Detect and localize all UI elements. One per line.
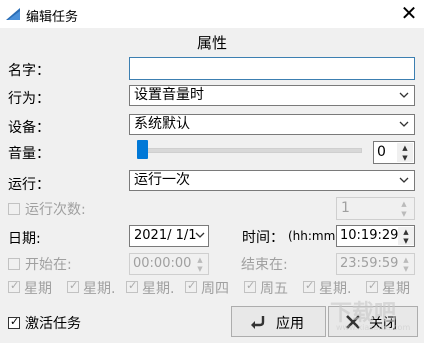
date-picker[interactable]: 2021/ 1/1: [129, 225, 209, 247]
app-icon: [6, 8, 20, 20]
date-label: 日期:: [8, 231, 41, 247]
weekday-checkbox-1[interactable]: ✓: [8, 279, 20, 293]
weekday-checkbox-7[interactable]: ✓: [366, 279, 378, 293]
start-label: 开始在:: [25, 257, 72, 273]
chevron-down-icon: [195, 232, 205, 238]
check-icon: ✓: [128, 279, 138, 292]
end-label: 结束在:: [241, 257, 288, 273]
check-icon: ✓: [69, 279, 79, 292]
weekday-label-3: 星期.: [142, 281, 175, 297]
spin-icon[interactable]: ▲ ▼: [397, 143, 413, 162]
check-icon: ✓: [10, 279, 20, 292]
date-value: 2021/ 1/1: [134, 228, 197, 243]
weekday-checkbox-5[interactable]: ✓: [244, 279, 256, 293]
chevron-down-icon: [399, 121, 409, 127]
weekday-label-2: 星期.: [83, 281, 116, 297]
device-value: 系统默认: [134, 116, 190, 132]
start-value: 00:00:00: [133, 256, 192, 271]
volume-slider-track[interactable]: [142, 148, 362, 153]
chevron-down-icon: [399, 92, 409, 98]
device-label: 设备：: [8, 120, 50, 136]
apply-icon: [251, 316, 265, 329]
volume-spinbox[interactable]: 0 ▲ ▼: [373, 141, 415, 164]
time-label: 时间：: [242, 230, 284, 246]
behavior-value: 设置音量时: [134, 87, 204, 103]
time-format-label: (hh:mm: [288, 229, 336, 243]
section-title: 属性: [196, 34, 227, 52]
end-value: 23:59:59: [340, 256, 399, 271]
weekday-checkbox-3[interactable]: ✓: [126, 279, 138, 293]
end-spinbox[interactable]: 23:59:59 ▲ ▼: [336, 253, 415, 275]
volume-value: 0: [377, 144, 386, 160]
chevron-down-icon: [399, 177, 409, 183]
run-count-value: 1: [341, 200, 350, 216]
run-value: 运行一次: [134, 172, 190, 188]
time-spinbox[interactable]: 10:19:29 ▲ ▼: [336, 225, 415, 247]
spin-icon[interactable]: ▲ ▼: [398, 255, 414, 273]
weekday-label-5: 周五: [260, 281, 288, 297]
check-icon: ✓: [246, 279, 256, 292]
check-icon: ✓: [187, 279, 197, 292]
activate-checkbox[interactable]: ✓: [8, 315, 20, 329]
apply-button[interactable]: 应用: [231, 306, 326, 337]
weekday-checkbox-6[interactable]: ✓: [303, 279, 315, 293]
weekday-checkbox-2[interactable]: ✓: [67, 279, 79, 293]
name-label: 名字：: [8, 63, 50, 79]
run-count-spinbox[interactable]: 1 ▲ ▼: [336, 197, 415, 220]
weekday-label-1: 星期: [24, 281, 52, 297]
device-select[interactable]: 系统默认: [129, 114, 415, 135]
volume-slider-thumb[interactable]: [137, 140, 148, 159]
watermark-url: www.xiazaiba.com: [336, 323, 411, 332]
behavior-label: 行为：: [8, 91, 50, 107]
run-label: 运行：: [8, 177, 50, 193]
run-count-label: 运行次数:: [25, 202, 86, 218]
start-spinbox[interactable]: 00:00:00 ▲ ▼: [129, 253, 209, 275]
check-icon: ✓: [10, 315, 20, 328]
name-input[interactable]: [129, 57, 415, 80]
time-value: 10:19:29: [340, 228, 399, 243]
check-icon: ✓: [368, 279, 378, 292]
spin-icon[interactable]: ▲ ▼: [396, 199, 412, 218]
spin-icon[interactable]: ▲ ▼: [192, 255, 208, 273]
apply-label: 应用: [276, 316, 304, 332]
window-title: 编辑任务: [26, 10, 79, 25]
weekday-checkbox-4[interactable]: ✓: [185, 279, 197, 293]
volume-label: 音量：: [8, 146, 50, 162]
check-icon: ✓: [305, 279, 315, 292]
spin-icon[interactable]: ▲ ▼: [398, 227, 414, 245]
activate-label: 激活任务: [25, 316, 81, 332]
start-checkbox[interactable]: [8, 258, 20, 270]
run-count-checkbox[interactable]: [8, 203, 20, 215]
behavior-select[interactable]: 设置音量时: [129, 85, 415, 106]
run-select[interactable]: 运行一次: [129, 170, 415, 191]
close-icon[interactable]: ✕: [398, 1, 420, 25]
weekday-label-4: 周四: [201, 281, 229, 297]
